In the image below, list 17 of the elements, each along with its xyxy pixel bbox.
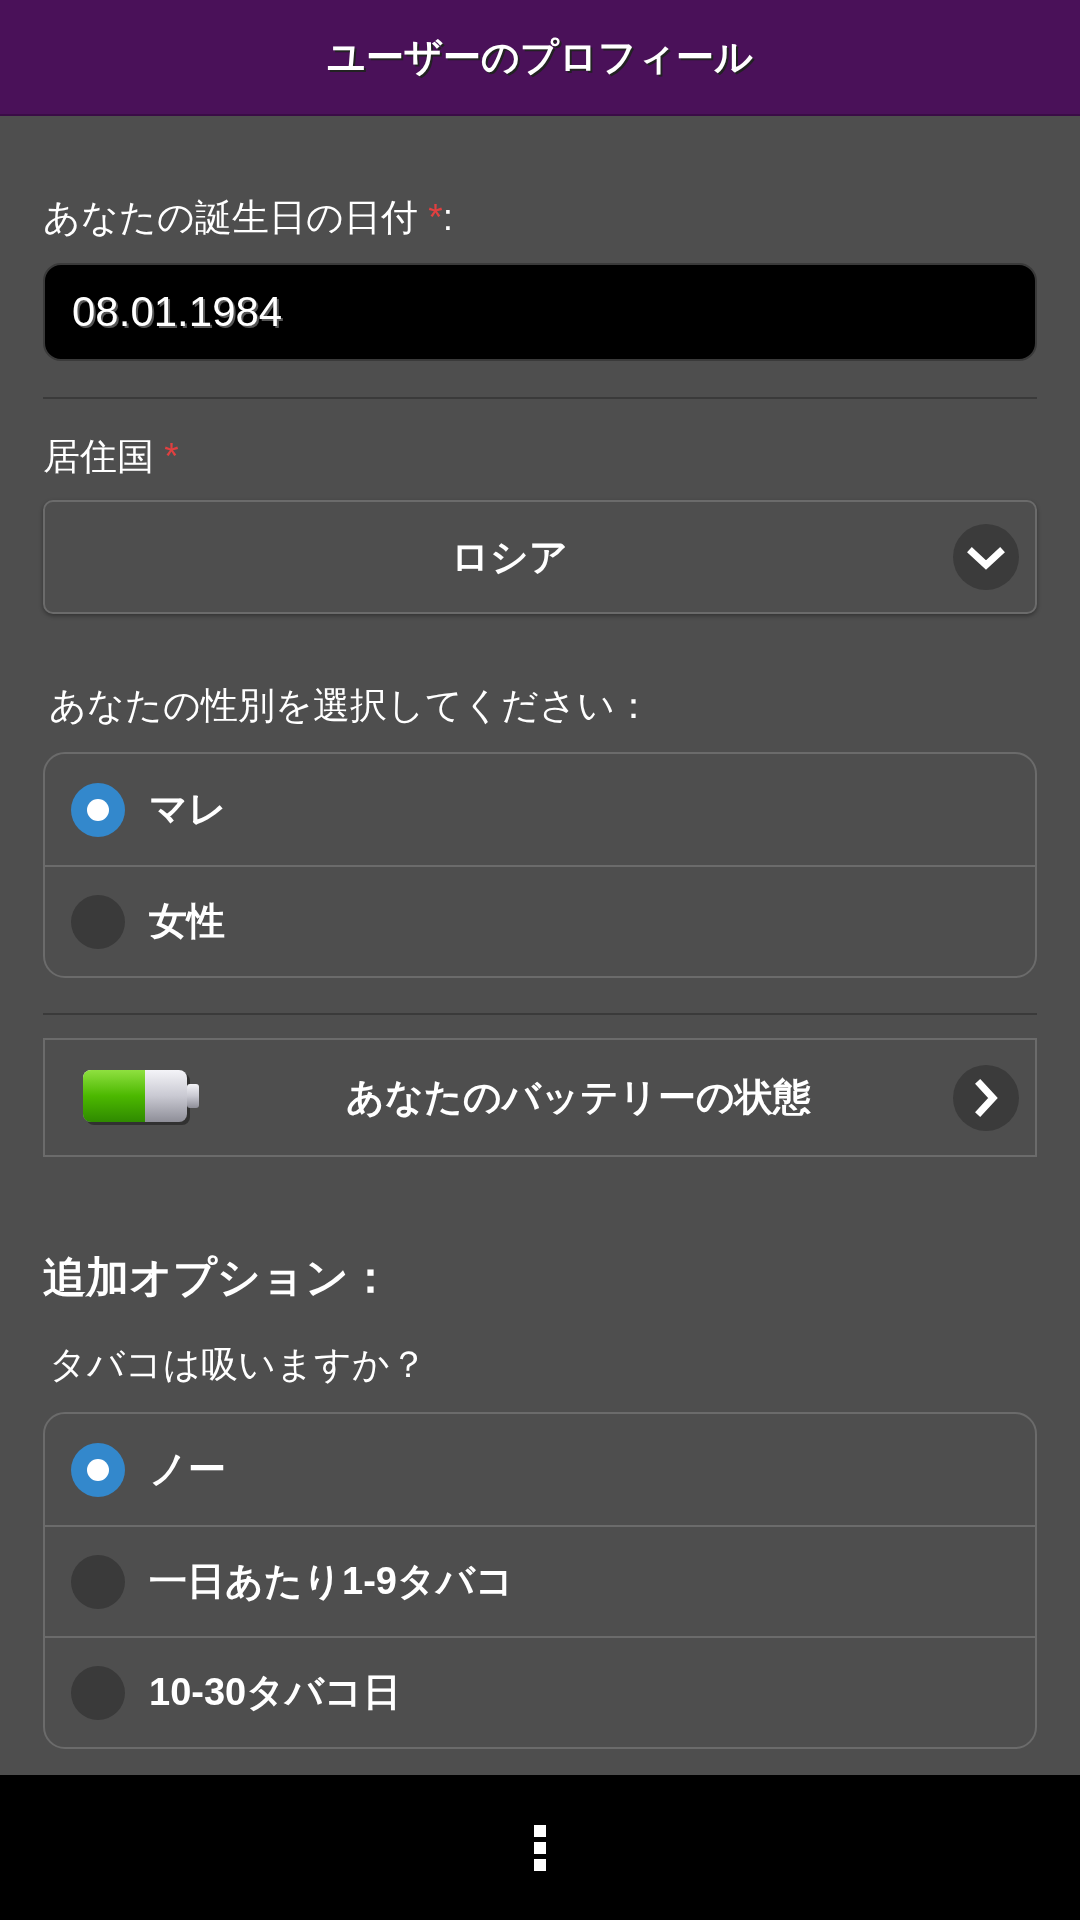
section-heading: 追加オプション： bbox=[43, 1252, 393, 1303]
chevron-down-icon bbox=[953, 524, 1019, 590]
radio-option[interactable]: ノー bbox=[45, 1414, 1035, 1525]
page-title: ユーザーのプロフィール bbox=[327, 34, 753, 80]
more-menu-icon[interactable] bbox=[534, 1824, 546, 1871]
radio-option[interactable]: 10-30タバコ日 bbox=[45, 1636, 1035, 1747]
radio-option[interactable]: マレ bbox=[45, 754, 1035, 865]
question-label: タバコは吸いますか？ bbox=[48, 1343, 428, 1387]
question-label: あなたの性別を選択してください： bbox=[48, 684, 653, 728]
date-input[interactable]: 08.01.1984 bbox=[43, 263, 1037, 361]
field-label: 居住国 * bbox=[43, 435, 180, 479]
chevron-right-icon bbox=[953, 1064, 1019, 1131]
field-label: あなたの誕生日の日付 *: bbox=[43, 196, 454, 240]
radio-option[interactable]: 一日あたり1-9タバコ bbox=[45, 1525, 1035, 1636]
battery-status-button[interactable]: あなたのバッテリーの状態 bbox=[43, 1038, 1037, 1157]
country-select[interactable]: ロシア bbox=[43, 500, 1037, 614]
radio-option[interactable]: 女性 bbox=[45, 865, 1035, 976]
